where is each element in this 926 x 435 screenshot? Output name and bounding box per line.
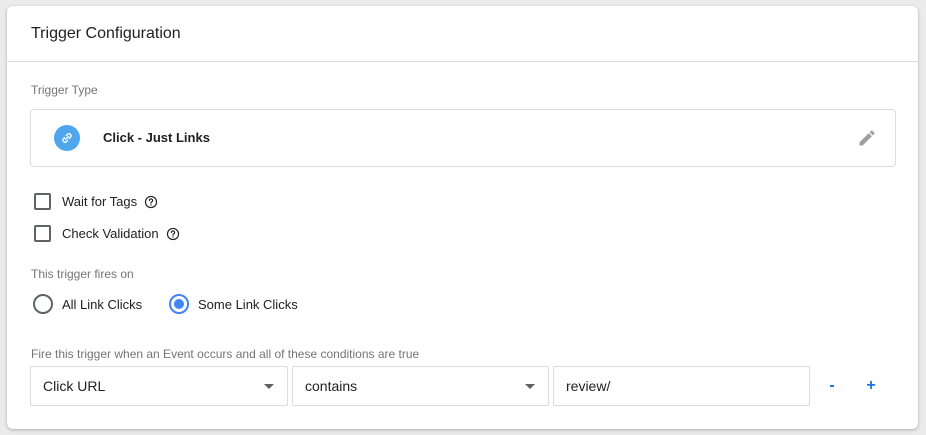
help-circle-icon[interactable] [144, 195, 158, 209]
chevron-down-icon [264, 384, 274, 389]
some-link-clicks-option[interactable]: Some Link Clicks [169, 294, 298, 314]
radio-selected-dot [174, 299, 184, 309]
card-title: Trigger Configuration [31, 24, 181, 42]
trigger-type-name: Click - Just Links [103, 130, 210, 145]
help-circle-icon[interactable] [166, 227, 180, 241]
condition-label: Fire this trigger when an Event occurs a… [31, 347, 420, 361]
condition-value-input[interactable] [566, 378, 809, 394]
edit-trigger-type-button[interactable] [855, 126, 879, 150]
operator-select[interactable]: contains [292, 366, 549, 406]
wait-for-tags-option: Wait for Tags [34, 193, 158, 210]
trigger-type-label: Trigger Type [31, 83, 98, 97]
trigger-type-selector[interactable]: Click - Just Links [30, 109, 896, 167]
some-link-clicks-label: Some Link Clicks [198, 296, 298, 312]
check-validation-label: Check Validation [62, 226, 159, 241]
add-condition-button[interactable]: + [857, 372, 885, 400]
link-icon [54, 125, 80, 151]
trigger-configuration-card: Trigger Configuration Trigger Type Click… [7, 6, 918, 429]
operator-select-value: contains [305, 378, 358, 394]
check-validation-checkbox[interactable] [34, 225, 51, 242]
wait-for-tags-label: Wait for Tags [62, 194, 138, 209]
variable-select[interactable]: Click URL [30, 366, 288, 406]
some-link-clicks-radio[interactable] [169, 294, 189, 314]
check-validation-option: Check Validation [34, 225, 180, 242]
pencil-icon [859, 130, 875, 146]
variable-select-value: Click URL [43, 378, 106, 394]
remove-condition-button[interactable]: - [818, 372, 846, 400]
all-link-clicks-label: All Link Clicks [62, 296, 143, 312]
condition-value-field[interactable] [553, 366, 810, 406]
chevron-down-icon [525, 384, 535, 389]
wait-for-tags-checkbox[interactable] [34, 193, 51, 210]
all-link-clicks-option[interactable]: All Link Clicks [33, 294, 142, 314]
card-header: Trigger Configuration [7, 6, 918, 62]
fires-on-label: This trigger fires on [31, 267, 134, 281]
all-link-clicks-radio[interactable] [33, 294, 53, 314]
